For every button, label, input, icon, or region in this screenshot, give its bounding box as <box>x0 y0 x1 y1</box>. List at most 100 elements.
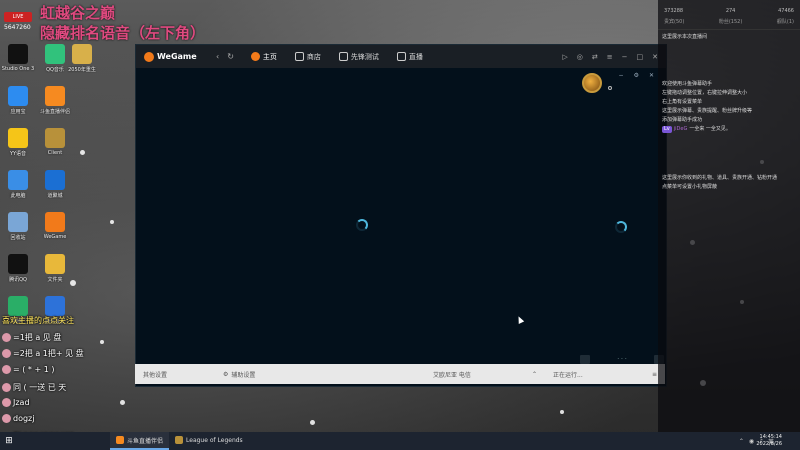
snowflake <box>560 410 564 414</box>
tab-label: 先锋测试 <box>350 52 379 61</box>
clock[interactable]: 14:45:14 2022/8/26 <box>756 434 782 448</box>
danmaku-avatar <box>2 398 11 407</box>
gear-icon: ⚙ <box>223 370 229 378</box>
desktop-icon-label: 2050年重生 <box>68 67 96 73</box>
qq-icon <box>8 254 28 274</box>
other-settings-button[interactable]: 其他设置 <box>135 364 215 384</box>
panel-message: 左键拖动调整位置，右键拉伸调整大小 <box>662 90 748 96</box>
panel-message: 添加弹幕助手成功 <box>662 117 703 123</box>
desktop-icon[interactable]: 文件夹 <box>37 254 73 283</box>
viewer-number: 5647260 <box>4 24 31 31</box>
client-minimize-button[interactable]: − <box>619 72 624 79</box>
danmaku-text: 喜欢主播的点点关注 <box>2 316 74 325</box>
taskbar-task[interactable]: League of Legends <box>169 432 249 450</box>
folder-icon <box>72 44 92 64</box>
danmaku-text: =1把 a 见 盘 <box>13 333 62 342</box>
game-launcher-bar: 其他设置 ⚙ 辅助设置 艾欧尼亚 电信 ⌃ 正在运行... ≡ <box>135 364 665 384</box>
danmaku-text: =2把 a 1把+ 见 盘 <box>13 349 84 358</box>
launch-status: 正在运行... <box>553 371 583 379</box>
stream-title: 虹越谷之巅 <box>40 4 116 22</box>
desktop-icon-label: Client <box>47 150 63 156</box>
panel-message: 这里展示本次直播间 <box>662 34 708 40</box>
stream-subtitle: 隐藏排名语音（左下角） <box>40 24 206 42</box>
panel-gift-message: 点菜单可设置小礼物屏蔽 <box>662 184 718 190</box>
tab-icon <box>294 52 304 61</box>
taskbar-task[interactable]: 斗鱼直播伴侣 <box>110 432 170 450</box>
start-button[interactable]: ⊞ <box>0 432 18 450</box>
danmaku-line: = ( * + 1 ) <box>2 365 54 374</box>
chat-icon[interactable] <box>580 354 590 364</box>
task-icon <box>116 436 124 444</box>
desktop-icon-label: YY语音 <box>9 151 27 157</box>
snowflake <box>80 150 85 155</box>
app-store-icon <box>8 86 28 106</box>
sync-icon[interactable]: ⇄ <box>592 53 598 61</box>
danmaku-line: dogzj <box>2 414 34 423</box>
wegame-logo-icon <box>144 51 154 62</box>
client-close-button[interactable]: ✕ <box>649 72 654 79</box>
desktop-icon[interactable]: 道聚城 <box>37 170 73 199</box>
wegame-window[interactable]: WeGame ‹ ↻ 主页 商店 先锋测试 直播 ▷ ◎ ⇄ ≡ − □ ✕ − ⚙ … <box>135 44 667 387</box>
wegame-brand: WeGame <box>157 52 197 61</box>
desktop-icon[interactable]: 2050年重生 <box>64 44 100 73</box>
launch-button[interactable]: 正在运行... ≡ <box>545 364 665 384</box>
danmaku-line: Jzad <box>2 398 30 407</box>
desktop-icon-label: 应用宝 <box>10 109 26 115</box>
menu-icon[interactable]: ≡ <box>607 53 613 61</box>
desktop-icon[interactable]: 回收站 <box>0 212 36 241</box>
hamburger-icon[interactable]: ≡ <box>652 371 657 378</box>
tab-vip[interactable]: 贵宾(50) <box>664 18 684 25</box>
gift-stat: 274 <box>725 8 736 14</box>
wechat-icon <box>8 296 28 316</box>
user-avatar[interactable] <box>582 73 602 93</box>
danmaku-assistant-panel: 373288 274 47466 贵宾(50) 粉丝(152) 舰队(1) 这里… <box>658 0 800 432</box>
tab-2[interactable]: 先锋测试 <box>330 45 388 68</box>
tab-fleet[interactable]: 舰队(1) <box>777 18 794 25</box>
bell-icon[interactable]: ◎ <box>577 53 583 61</box>
refresh-icon[interactable]: ↻ <box>227 52 234 61</box>
tab-3[interactable]: 直播 <box>388 45 432 68</box>
desktop-icon[interactable]: 斗鱼直播伴侣 <box>37 86 73 115</box>
danmaku-avatar <box>2 333 11 342</box>
desktop-icon[interactable]: Studio One 3 <box>0 44 36 72</box>
desktop-icon[interactable]: 应用宝 <box>0 86 36 115</box>
recycle-bin-icon <box>8 212 28 232</box>
computer-icon <box>8 170 28 190</box>
assist-settings-button[interactable]: ⚙ 辅助设置 <box>215 364 425 384</box>
desktop-icon[interactable]: Client <box>37 128 73 156</box>
desktop-icon[interactable]: YY语音 <box>0 128 36 157</box>
danmaku-text: = ( * + 1 ) <box>13 365 55 374</box>
window-controls: ▷ ◎ ⇄ ≡ − □ ✕ <box>562 45 658 68</box>
server-select[interactable]: 艾欧尼亚 电信 ⌃ <box>425 364 545 384</box>
desktop-icon[interactable]: WeGame <box>37 212 73 240</box>
loading-spinner-icon <box>356 219 368 231</box>
folder-icon <box>45 254 65 274</box>
network-icon[interactable]: ◉ <box>749 438 754 445</box>
tab-icon <box>338 52 348 61</box>
back-icon[interactable]: ‹ <box>216 52 219 61</box>
panel-message: 这里展示弹幕、贵族提醒、粉丝牌升级等 <box>662 108 753 114</box>
chat-username[interactable]: jiDeG <box>674 126 688 132</box>
snowflake <box>310 420 315 425</box>
desktop-icon[interactable]: 此电脑 <box>0 170 36 199</box>
wegame-titlebar: WeGame ‹ ↻ 主页 商店 先锋测试 直播 ▷ ◎ ⇄ ≡ − □ ✕ <box>136 45 666 68</box>
panel-stats: 373288 274 47466 <box>658 0 800 16</box>
chevron-up-icon[interactable]: ⌃ <box>739 438 744 445</box>
task-label: League of Legends <box>186 436 243 444</box>
client-settings-icon[interactable]: ⚙ <box>634 72 639 79</box>
desktop-icon[interactable]: 腾讯QQ <box>0 254 36 283</box>
snowflake <box>110 220 114 224</box>
maximize-button[interactable]: □ <box>637 53 644 61</box>
minimize-button[interactable]: − <box>622 53 628 61</box>
gift-icon[interactable]: ▷ <box>562 53 567 61</box>
douyu-icon <box>45 86 65 106</box>
server-label: 艾欧尼亚 电信 <box>433 371 471 379</box>
tab-1[interactable]: 商店 <box>286 45 330 68</box>
tab-label: 主页 <box>262 52 277 61</box>
desktop-icon-label: 腾讯QQ <box>9 277 27 283</box>
task-icon <box>175 436 184 444</box>
tab-icon <box>250 52 260 61</box>
tab-fans[interactable]: 粉丝(152) <box>719 18 742 25</box>
panel-tabs: 贵宾(50) 粉丝(152) 舰队(1) <box>658 16 800 30</box>
tab-0[interactable]: 主页 <box>242 45 286 68</box>
